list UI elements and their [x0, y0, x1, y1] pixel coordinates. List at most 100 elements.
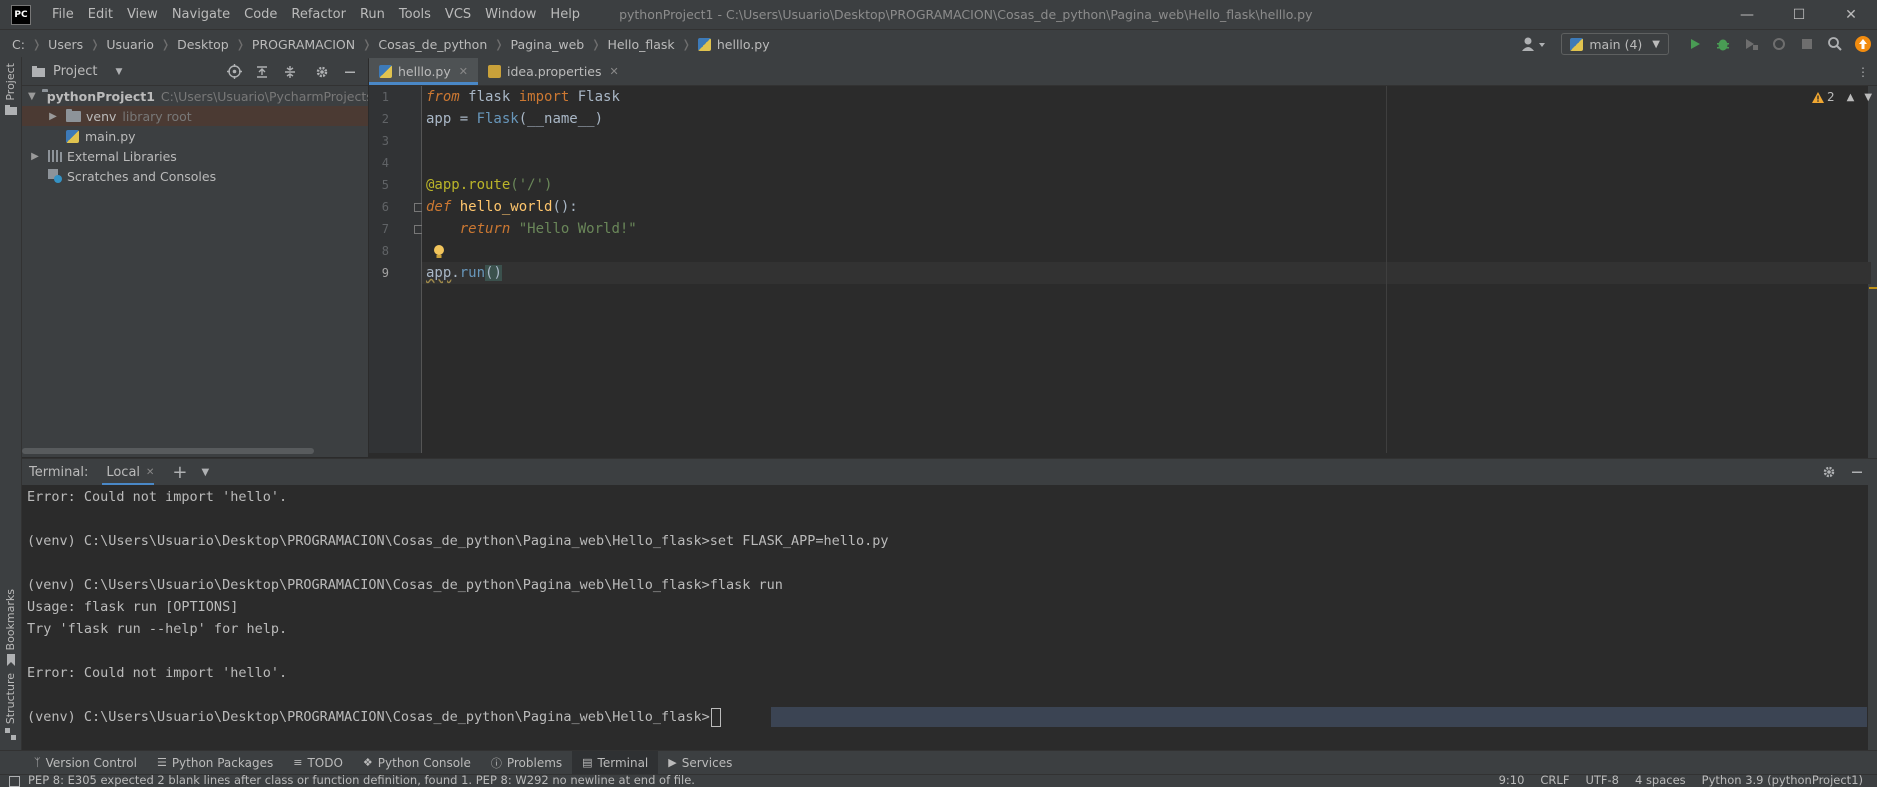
tool-todo[interactable]: ≡ TODO [283, 751, 353, 774]
terminal-prompt: (venv) C:\Users\Usuario\Desktop\PROGRAMA… [27, 709, 710, 725]
user-icon[interactable] [1517, 32, 1551, 56]
add-icon[interactable]: + [172, 462, 187, 483]
maximize-icon[interactable]: ☐ [1773, 0, 1825, 29]
project-tool-tab[interactable]: Project [0, 63, 21, 115]
error-stripe-mark[interactable] [1869, 287, 1877, 289]
debug-icon[interactable] [1711, 32, 1735, 56]
terminal-label: Terminal: [29, 464, 89, 480]
project-horizontal-scrollbar[interactable] [22, 448, 314, 454]
breadcrumb-pagina-web[interactable]: Pagina_web [510, 37, 584, 52]
code-editor[interactable]: from flask import Flask app = Flask(__na… [422, 86, 1871, 453]
breadcrumb-file[interactable]: helllo.py [717, 37, 770, 52]
menu-help[interactable]: Help [543, 7, 587, 22]
file-encoding[interactable]: UTF-8 [1585, 773, 1619, 787]
chevron-right-icon: ❭ [494, 37, 504, 51]
tool-python-packages[interactable]: ☰ Python Packages [147, 751, 283, 774]
breadcrumb-users[interactable]: Users [48, 37, 83, 52]
window-title: pythonProject1 - C:\Users\Usuario\Deskto… [619, 7, 1313, 22]
run-configuration-selector[interactable]: main (4) ▼ [1561, 33, 1669, 55]
tree-item-main-py[interactable]: main.py [22, 126, 368, 146]
chevron-up-icon[interactable]: ▲ [1847, 92, 1855, 103]
tab-label: helllo.py [398, 64, 451, 79]
menu-run[interactable]: Run [353, 7, 392, 22]
search-icon[interactable] [1823, 32, 1847, 56]
terminal-tab-local[interactable]: Local ✕ [102, 459, 155, 485]
caret-position[interactable]: 9:10 [1499, 773, 1525, 787]
collapse-all-icon[interactable] [278, 60, 302, 84]
code-token: def [426, 199, 452, 215]
chevron-down-icon[interactable]: ▼ [1864, 92, 1872, 103]
tab-idea-properties[interactable]: idea.properties ✕ [478, 58, 629, 85]
tool-python-console[interactable]: ❖ Python Console [353, 751, 481, 774]
hide-panel-icon[interactable] [1845, 460, 1869, 484]
code-token: hello_world [451, 199, 553, 215]
tree-item-venv[interactable]: ▶ venv library root [22, 106, 368, 126]
tool-services[interactable]: ▶ Services [658, 751, 742, 774]
menu-tools[interactable]: Tools [392, 7, 438, 22]
menu-window[interactable]: Window [478, 7, 543, 22]
lightbulb-icon[interactable] [432, 244, 446, 264]
menu-navigate[interactable]: Navigate [165, 7, 237, 22]
bookmarks-tool-tab[interactable]: Bookmarks [0, 589, 21, 667]
tool-window-bar: ᛉ Version Control ☰ Python Packages ≡ TODO … [0, 750, 1877, 774]
close-icon[interactable]: ✕ [1825, 0, 1877, 29]
close-icon[interactable]: ✕ [459, 65, 468, 78]
code-line-2: app = Flask(__name__) [426, 108, 603, 130]
menu-refactor[interactable]: Refactor [284, 7, 353, 22]
breadcrumb-usuario[interactable]: Usuario [106, 37, 154, 52]
tree-item-external-libraries[interactable]: ▶ External Libraries [22, 146, 368, 166]
venv-note: library root [122, 108, 192, 124]
tree-item-scratches[interactable]: Scratches and Consoles [22, 166, 368, 186]
chevron-right-icon[interactable]: ▶ [28, 151, 42, 162]
structure-tool-tab[interactable]: Structure [0, 673, 21, 741]
gear-icon[interactable] [310, 60, 334, 84]
update-icon[interactable] [1851, 32, 1875, 56]
chevron-right-icon[interactable]: ▶ [46, 111, 60, 122]
code-token: Flask [569, 89, 620, 105]
tree-item-project-root[interactable]: ▼ pythonProject1 C:\Users\Usuario\Pychar… [22, 86, 368, 106]
code-token: app = [426, 111, 477, 127]
tool-problems[interactable]: ⓘ Problems [481, 751, 572, 774]
tool-terminal[interactable]: ▤ Terminal [572, 751, 659, 774]
breadcrumb-cosas-de-python[interactable]: Cosas_de_python [378, 37, 487, 52]
line-separator[interactable]: CRLF [1540, 773, 1569, 787]
locate-icon[interactable] [222, 60, 246, 84]
gear-icon[interactable] [1817, 460, 1841, 484]
code-token: app [426, 265, 452, 281]
expand-all-icon[interactable] [250, 60, 274, 84]
menu-edit[interactable]: Edit [81, 7, 120, 22]
menu-vcs[interactable]: VCS [438, 7, 478, 22]
close-icon[interactable]: ✕ [146, 467, 154, 478]
breadcrumb-programacion[interactable]: PROGRAMACION [252, 37, 355, 52]
line-number: 5 [381, 178, 389, 192]
tool-version-control[interactable]: ᛉ Version Control [24, 751, 147, 774]
list-icon: ≡ [293, 756, 303, 769]
project-root-path: C:\Users\Usuario\PycharmProjects\pyth [160, 88, 368, 104]
code-line-5: @app.route('/') [426, 174, 552, 196]
minimize-icon[interactable]: — [1721, 0, 1773, 29]
inspection-widget[interactable]: 2 ▲ ▼ [1812, 90, 1872, 104]
tab-hello-py[interactable]: helllo.py ✕ [369, 58, 478, 85]
more-tabs-icon[interactable]: ⋮ [1857, 58, 1869, 85]
breadcrumb-desktop[interactable]: Desktop [177, 37, 229, 52]
chevron-down-icon[interactable]: ▼ [202, 467, 210, 478]
stop-icon[interactable] [1795, 32, 1819, 56]
chevron-down-icon[interactable]: ▼ [115, 67, 122, 77]
coverage-icon[interactable] [1739, 32, 1763, 56]
close-icon[interactable]: ✕ [610, 65, 619, 78]
toggle-tool-windows-icon[interactable] [9, 776, 20, 787]
hide-panel-icon[interactable] [338, 60, 362, 84]
indent-setting[interactable]: 4 spaces [1635, 773, 1686, 787]
line-number: 8 [381, 244, 389, 258]
menu-view[interactable]: View [120, 7, 165, 22]
menu-file[interactable]: File [45, 7, 81, 22]
breadcrumb-hello-flask[interactable]: Hello_flask [607, 37, 674, 52]
profile-icon[interactable] [1767, 32, 1791, 56]
project-panel-title[interactable]: Project [53, 64, 97, 79]
python-interpreter[interactable]: Python 3.9 (pythonProject1) [1702, 773, 1863, 787]
chevron-down-icon[interactable]: ▼ [28, 91, 36, 102]
menu-code[interactable]: Code [237, 7, 284, 22]
breadcrumb-drive[interactable]: C: [12, 37, 25, 52]
run-icon[interactable] [1683, 32, 1707, 56]
